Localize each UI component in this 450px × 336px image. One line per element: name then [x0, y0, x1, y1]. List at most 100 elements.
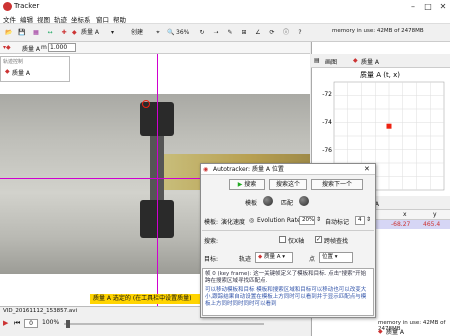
menu-track[interactable]: 轨迹 — [54, 14, 67, 24]
plot-title: 质量 A (t, x) — [360, 70, 400, 79]
evolution-icon: ◎ — [249, 217, 255, 224]
toolbar-track-selector[interactable]: 质量 A — [81, 27, 99, 39]
smoothing-label: 演化速度 — [221, 219, 246, 226]
play-icon[interactable]: ▶ — [3, 319, 8, 327]
search-next-button[interactable]: 搜索下一个 — [311, 179, 363, 190]
create-button[interactable]: 创建 — [131, 27, 143, 39]
target-track-label: 轨迹 — [239, 256, 252, 263]
bottom-track-selector[interactable]: 质量 A — [386, 327, 404, 336]
track-control-panel: 轨迹控制 ◆ 质量 A — [0, 56, 70, 82]
target-point-value: 位置 — [322, 254, 334, 260]
plot-data-point[interactable] — [386, 123, 392, 129]
search-row-label: 搜索: — [204, 238, 219, 245]
dialog-close-icon[interactable]: ✕ — [364, 165, 370, 173]
match-label: 匹配 — [281, 200, 294, 207]
auto-mark-label: 自动标记 — [325, 219, 350, 226]
plot-track-selector[interactable]: 质量 A — [361, 57, 379, 66]
subbar-track-name: 质量 A — [22, 46, 41, 53]
evolution-input[interactable]: 20% — [299, 216, 315, 225]
zoom-level[interactable]: 36% — [176, 27, 189, 39]
reset-icon[interactable]: ⏮ — [14, 319, 20, 328]
target-point-label: 点 — [309, 256, 316, 263]
search-button[interactable]: ▶ 搜索 — [229, 179, 265, 190]
plot-icon[interactable]: ▤ — [314, 57, 320, 64]
search-this-button[interactable]: 搜索这个 — [269, 179, 307, 190]
target-track-value: 质量 A — [263, 254, 281, 260]
ruler-icon[interactable]: ⊞ — [238, 27, 250, 39]
y-axis-line[interactable] — [157, 54, 158, 306]
menu-view[interactable]: 视图 — [37, 14, 50, 24]
target-row-label: 目标: — [204, 256, 219, 263]
menu-file[interactable]: 文件 — [3, 14, 16, 24]
autotracker-dialog: Autotracker: 质量 A 位置 ◉ ✕ ▶ 搜索 搜索这个 搜索下一个… — [200, 163, 376, 318]
info-text-line1: 帧 0 (key frame): 这一关键帧定义了模板和目标. 点击"搜索"开始… — [205, 271, 367, 284]
search-button-label: 搜索 — [244, 181, 257, 188]
divider — [202, 230, 374, 231]
calibration-icon[interactable]: ↔ — [44, 27, 56, 39]
track-marker-icon[interactable] — [142, 100, 150, 108]
menu-help[interactable]: 帮助 — [113, 14, 126, 24]
refresh-icon[interactable]: ⟳ — [266, 27, 278, 39]
table-cell-x: -68.27 — [391, 221, 411, 228]
table-col-x: x — [403, 211, 407, 218]
menu-bar: 文件 编辑 视图 轨迹 坐标系 窗口 帮助 — [0, 13, 450, 24]
track-control-item[interactable]: 质量 A — [12, 68, 30, 77]
target-track-icon: ◆ — [258, 254, 263, 260]
autotracker-title: Autotracker: 质量 A 位置 — [201, 164, 375, 175]
timeline-slider[interactable] — [64, 323, 264, 325]
only-x-checkbox[interactable] — [279, 236, 286, 243]
evolution-spinner-icon[interactable]: ⇕ — [316, 216, 321, 223]
pencil-icon[interactable]: ✎ — [224, 27, 236, 39]
title-bar: Tracker – □ ✕ — [0, 0, 450, 13]
table-col-y: y — [433, 211, 437, 218]
info-text-line2: 可以移动模板和目标 模板和搜索区域和目标可以移动也可以改变大小,跟踪结果自动设置… — [205, 287, 367, 307]
track-control-header: 轨迹控制 — [3, 59, 24, 65]
maximize-icon[interactable]: □ — [421, 1, 435, 12]
tracker-logo-icon — [3, 2, 12, 11]
menu-window[interactable]: 窗口 — [96, 14, 109, 24]
rate-field[interactable]: 100% — [42, 319, 59, 326]
autotracker-info: 帧 0 (key frame): 这一关键帧定义了模板和目标. 点击"搜索"开始… — [202, 268, 374, 316]
target-track-chevron-icon: ▾ — [282, 254, 286, 260]
plot-header-label: 画图 — [325, 59, 338, 66]
timeline-handle[interactable] — [66, 320, 70, 328]
open-icon[interactable]: 📂 — [3, 27, 15, 39]
auto-mark-input[interactable]: 4 — [355, 216, 365, 225]
track-dropdown-icon[interactable]: ▾◆ — [3, 44, 11, 51]
info-icon[interactable]: ⓘ — [280, 27, 292, 39]
plot-y-tick-label: -74 — [322, 119, 332, 126]
template-label: 模板 — [245, 200, 258, 207]
target-track-select[interactable]: ◆ 质量 A ▾ — [255, 252, 293, 263]
save-icon[interactable]: 💾 — [16, 27, 28, 39]
trail-icon[interactable]: ➝ — [210, 27, 222, 39]
clip-settings-icon[interactable]: ▦ — [30, 27, 42, 39]
look-ahead-checkbox[interactable]: ✓ — [315, 236, 322, 243]
plot-toolbar: ▤ 画图 ◆ 质量 A — [311, 54, 450, 68]
frame-field[interactable]: 0 — [24, 319, 38, 328]
main-toolbar: 📂 💾 ▦ ↔ ✚ ◆ 质量 A ▾ 创建 ⌖ 🔍 36% ↻ ➝ ✎ ⊞ ∠ … — [0, 24, 450, 42]
plot-y-tick-label: -72 — [322, 91, 332, 98]
angle-icon[interactable]: ∠ — [252, 27, 264, 39]
plot-y-tick-label: -76 — [322, 147, 332, 154]
menu-edit[interactable]: 编辑 — [20, 14, 33, 24]
evolution-label: Evolution Rate — [257, 217, 301, 224]
track-item-icon: ◆ — [5, 68, 10, 75]
template-row-label: 模板: — [204, 219, 219, 226]
autotracker-title-icon: ◉ — [203, 166, 209, 173]
menu-coords[interactable]: 坐标系 — [71, 14, 91, 24]
chevron-down-icon[interactable]: ▾ — [111, 27, 114, 39]
minimize-icon[interactable]: – — [406, 1, 420, 12]
help-icon[interactable]: ? — [294, 27, 306, 39]
close-icon[interactable]: ✕ — [436, 1, 450, 12]
auto-mark-spinner-icon[interactable]: ⇕ — [366, 216, 371, 223]
only-x-label: 仅X轴 — [288, 238, 305, 245]
rotate-icon[interactable]: ↻ — [196, 27, 208, 39]
autotracker-icon[interactable]: ⌖ — [152, 27, 164, 39]
mass-input[interactable]: 1.000 — [48, 43, 76, 52]
track-mass-icon: ◆ — [72, 29, 77, 36]
mass-label: m — [41, 44, 47, 51]
target-point-select[interactable]: 位置 ▾ — [319, 252, 353, 263]
search-play-icon: ▶ — [237, 181, 243, 188]
axes-icon[interactable]: ✚ — [58, 27, 70, 39]
plot-track-icon: ◆ — [353, 57, 358, 64]
